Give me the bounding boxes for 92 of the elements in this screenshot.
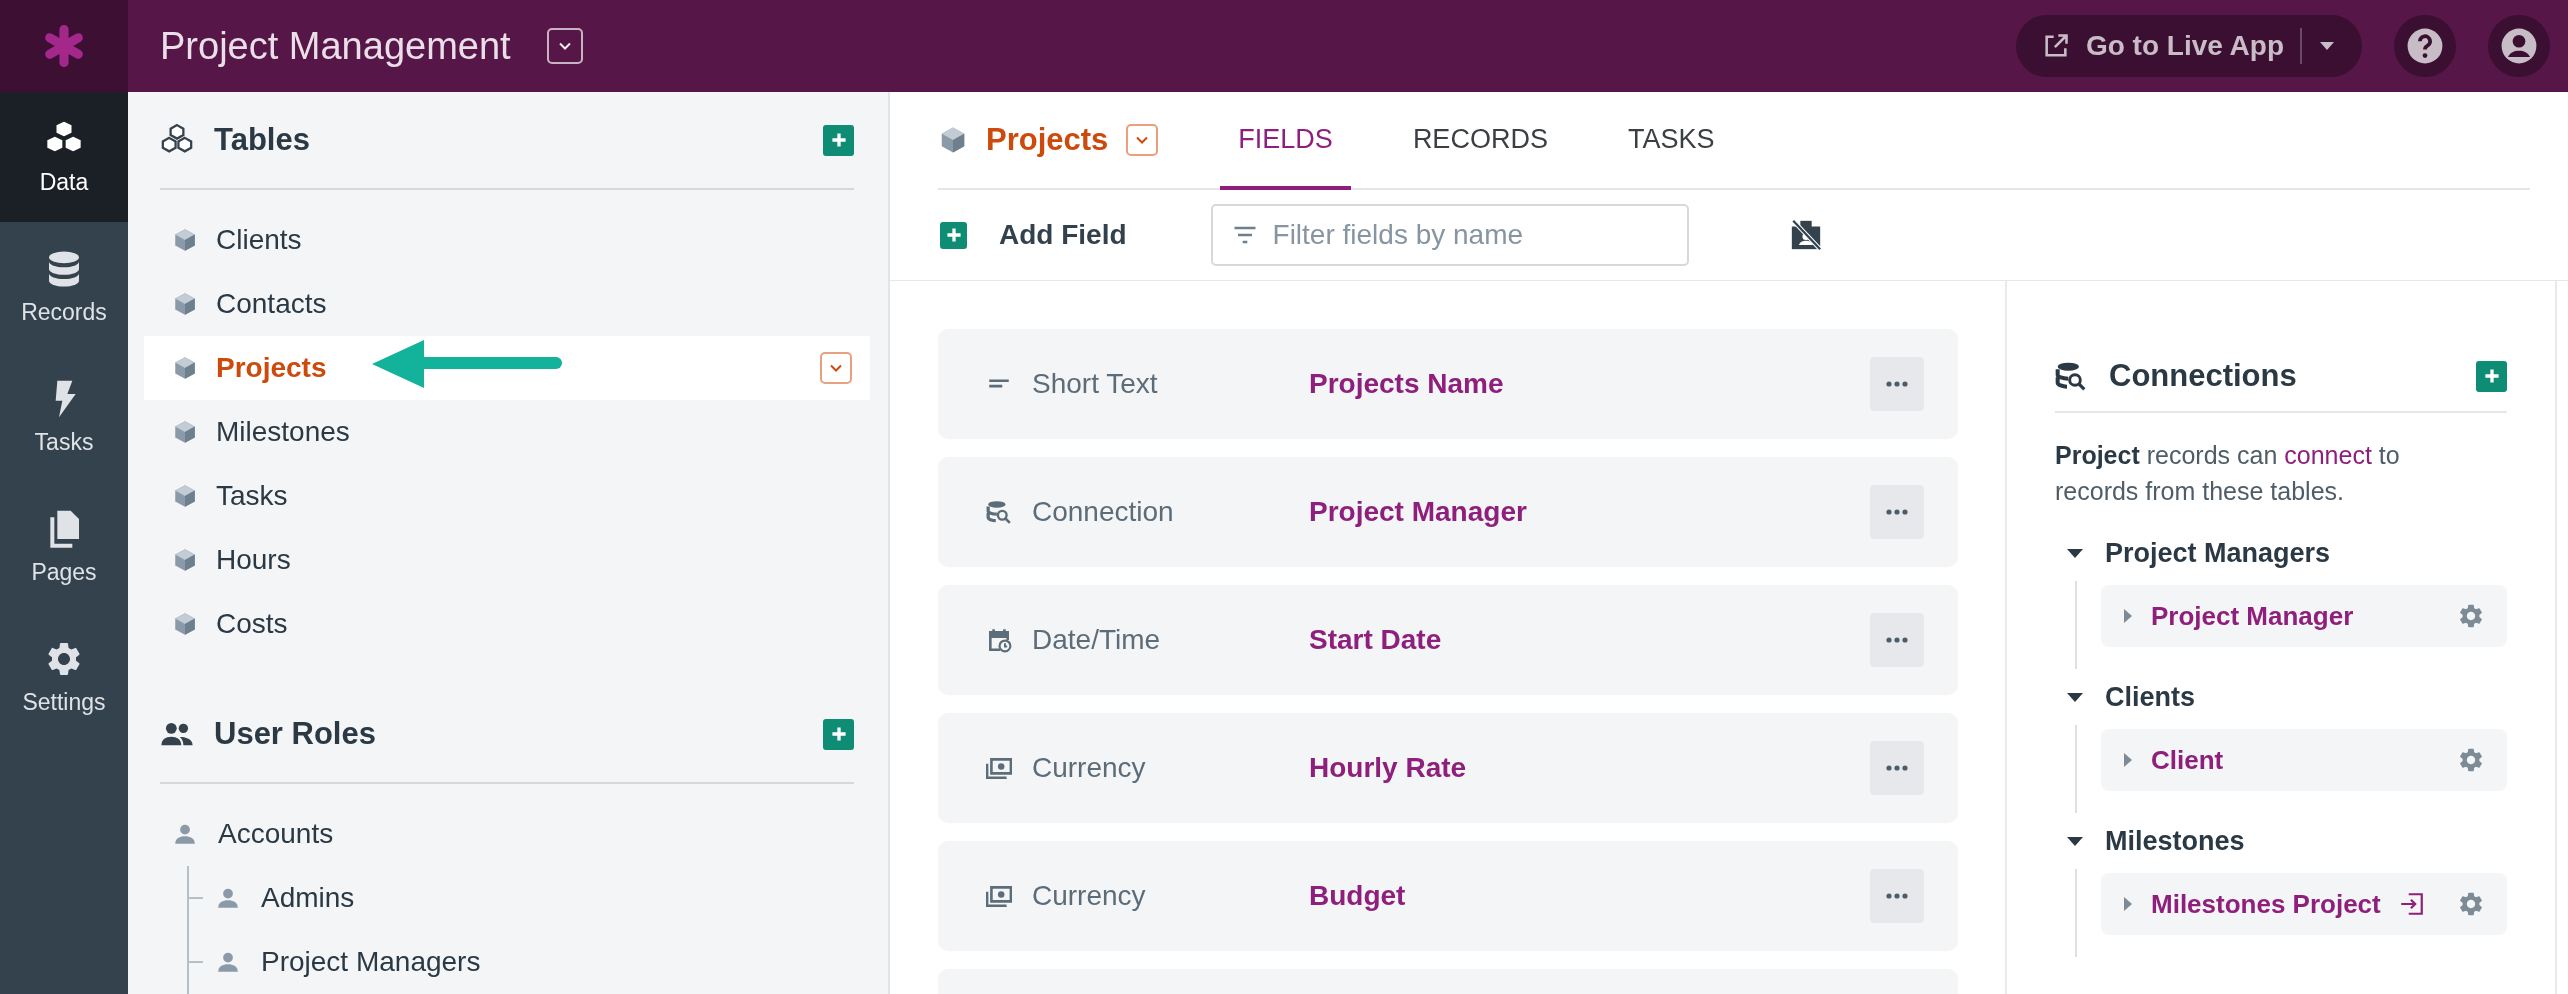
cube-icon <box>172 483 198 509</box>
database-search-icon <box>986 499 1012 525</box>
field-name: Projects Name <box>1309 368 1505 400</box>
nav-label: Tasks <box>34 428 94 456</box>
connect-link[interactable]: connect <box>2284 441 2372 469</box>
connection-label: Project Manager <box>2151 600 2354 632</box>
table-item[interactable]: Projects <box>144 336 870 400</box>
settings-icon[interactable] <box>2457 602 2485 630</box>
cube-icon <box>172 419 198 445</box>
more-icon <box>1885 892 1909 900</box>
more-icon <box>1885 508 1909 516</box>
connections-description: Project records can connect to records from these tables. <box>2055 440 2401 507</box>
nav-label: Settings <box>22 688 106 716</box>
more-button[interactable] <box>1870 741 1924 795</box>
field-name: Project Manager <box>1309 496 1528 528</box>
field-type: Currency <box>1032 880 1147 912</box>
nav-label: Data <box>39 168 89 196</box>
field-row[interactable]: Connection Project Manager <box>938 457 1958 567</box>
field-row[interactable]: Currency Hourly Rate <box>938 713 1958 823</box>
connection-item[interactable]: Project Manager <box>2101 585 2507 647</box>
cube-icon <box>172 355 198 381</box>
table-title: Projects <box>986 122 1109 158</box>
database-search-icon <box>2055 360 2087 392</box>
dropdown-button[interactable] <box>546 28 583 64</box>
tab[interactable]: FIELDS <box>1220 92 1351 190</box>
field-name: Hourly Rate <box>1309 752 1468 784</box>
connection-label: Milestones Project <box>2151 888 2381 920</box>
cube-icon <box>172 291 198 317</box>
nav-item[interactable]: Tasks <box>0 352 128 482</box>
filter-field[interactable]: Filter fields by name <box>1210 204 1689 266</box>
account-icon <box>2500 27 2538 65</box>
field-type: Date/Time <box>1032 624 1162 656</box>
table-item[interactable]: Tasks <box>144 464 870 528</box>
go-to-live-app-button[interactable]: Go to Live App <box>2015 15 2362 77</box>
app-title: Project Management <box>160 24 511 68</box>
role-item[interactable]: Project Managers <box>189 930 870 994</box>
connection-group[interactable]: Clients <box>2055 669 2507 725</box>
money-icon <box>986 755 1012 781</box>
connection-group[interactable]: Project Managers <box>2055 525 2507 581</box>
field-row[interactable]: Short Text Projects Name <box>938 329 1958 439</box>
field-name: Budget <box>1309 880 1407 912</box>
nav-label: Pages <box>31 558 97 586</box>
settings-icon[interactable] <box>2457 890 2485 918</box>
more-button[interactable] <box>1870 613 1924 667</box>
connection-item[interactable]: Client <box>2101 729 2507 791</box>
nav-item[interactable]: Pages <box>0 482 128 612</box>
field-type: Short Text <box>1032 368 1159 400</box>
settings-icon[interactable] <box>2457 746 2485 774</box>
table-item[interactable]: Hours <box>144 528 870 592</box>
section-title: Tables <box>214 122 311 158</box>
nav-label: Records <box>21 298 107 326</box>
tab[interactable]: TASKS <box>1609 92 1733 190</box>
table-item[interactable]: Costs <box>144 592 870 656</box>
add-field-icon-button[interactable] <box>940 221 967 249</box>
connection-group[interactable]: Milestones <box>2055 813 2507 869</box>
more-button[interactable] <box>1870 869 1924 923</box>
add-connection-button[interactable] <box>2476 360 2507 392</box>
more-icon <box>1885 764 1909 772</box>
field-row[interactable]: Date/Time Start Date <box>938 585 1958 695</box>
field-type: Currency <box>1032 752 1147 784</box>
add-role-button[interactable] <box>823 718 854 750</box>
connection-label: Client <box>2151 744 2224 776</box>
nav-item[interactable]: Settings <box>0 612 128 742</box>
calendar-clock-icon <box>986 627 1012 653</box>
help-icon <box>2406 27 2444 65</box>
more-icon <box>1885 380 1909 388</box>
role-item[interactable]: Admins <box>189 866 870 930</box>
cube-icon <box>172 611 198 637</box>
more-icon <box>1885 636 1909 644</box>
add-table-button[interactable] <box>823 124 854 156</box>
section-title: User Roles <box>214 716 377 752</box>
tab[interactable]: RECORDS <box>1394 92 1566 190</box>
enter-icon <box>2398 891 2425 917</box>
connection-item[interactable]: Milestones Project <box>2101 873 2507 935</box>
table-item[interactable]: Contacts <box>144 272 870 336</box>
cube-icon <box>172 227 198 253</box>
role-item[interactable]: Accounts <box>144 802 870 866</box>
field-type: Connection <box>1032 496 1175 528</box>
more-button[interactable] <box>1870 357 1924 411</box>
connections-title: Connections <box>2109 358 2298 394</box>
asterisk-logo-icon[interactable] <box>42 24 86 68</box>
field-row[interactable]: Currency Budget <box>938 841 1958 951</box>
table-item[interactable]: Milestones <box>144 400 870 464</box>
nav-item[interactable]: Data <box>0 92 128 222</box>
field-name: Start Date <box>1309 624 1443 656</box>
add-field-button[interactable]: Add Field <box>999 219 1127 251</box>
nav-item[interactable]: Records <box>0 222 128 352</box>
table-item[interactable]: Clients <box>144 208 870 272</box>
more-button[interactable] <box>1870 485 1924 539</box>
caret-icon <box>2318 40 2336 52</box>
cube-icon <box>172 547 198 573</box>
money-icon <box>986 883 1012 909</box>
